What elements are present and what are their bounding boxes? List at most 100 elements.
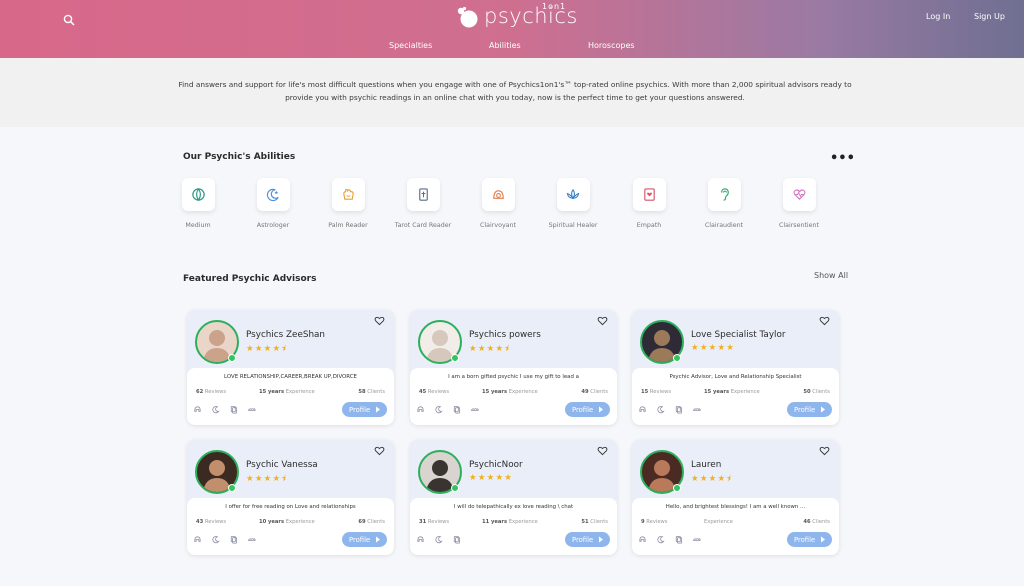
moon-icon[interactable] (211, 535, 220, 544)
rating-stars: ★★★★⯨ (246, 474, 287, 484)
cloud-icon[interactable] (470, 405, 479, 414)
moon-icon[interactable] (434, 405, 443, 414)
online-status-dot (228, 484, 236, 492)
cloud-icon[interactable] (692, 535, 701, 544)
advisor-bio: I will do telepathically ex love reading… (453, 504, 574, 510)
favorite-heart-icon[interactable] (374, 315, 385, 326)
advisor-card[interactable]: Psychics ZeeShan ★★★★⯨ LOVE RELATIONSHIP… (187, 310, 394, 425)
logo-superscript: 1on1 (542, 2, 567, 11)
moon-icon[interactable] (434, 535, 443, 544)
favorite-heart-icon[interactable] (374, 445, 385, 456)
search-icon[interactable] (63, 14, 75, 26)
reviews-stat: 31 Reviews (419, 519, 450, 525)
ability-palm-reader[interactable]: Palm Reader (318, 178, 378, 230)
phone-icon[interactable] (416, 535, 425, 544)
profile-button[interactable]: Profile (787, 532, 832, 547)
site-logo[interactable]: psychics 1on1 (456, 2, 577, 30)
nav-specialties[interactable]: Specialties (389, 41, 432, 50)
profile-button[interactable]: Profile (565, 532, 610, 547)
favorite-heart-icon[interactable] (597, 445, 608, 456)
ability-clairsentient[interactable]: Clairsentient (769, 178, 829, 230)
advisor-name[interactable]: Psychic Vanessa (246, 460, 318, 470)
ability-label: Clairvoyant (480, 222, 516, 229)
experience-stat: 15 years Experience (704, 389, 760, 395)
favorite-heart-icon[interactable] (597, 315, 608, 326)
clients-stat: 49 Clients (581, 389, 608, 395)
advisor-name[interactable]: Psychics ZeeShan (246, 330, 325, 340)
advisor-name[interactable]: Psychics powers (469, 330, 541, 340)
astrologer-icon (266, 188, 279, 202)
cloud-icon[interactable] (247, 405, 256, 414)
reviews-stat: 62 Reviews (196, 389, 227, 395)
ability-clairvoyant[interactable]: Clairvoyant (468, 178, 528, 230)
ability-label: Spiritual Healer (548, 222, 598, 229)
profile-button[interactable]: Profile (342, 402, 387, 417)
ability-label: Tarot Card Reader (394, 222, 452, 229)
moon-icon[interactable] (656, 405, 665, 414)
phone-icon[interactable] (416, 405, 425, 414)
advisor-bio: LOVE RELATIONSHIP,CAREER,BREAK UP,DIVORC… (224, 374, 357, 380)
online-status-dot (451, 354, 459, 362)
advisor-name[interactable]: Love Specialist Taylor (691, 330, 785, 340)
advisor-bio: Psychic Advisor, Love and Relationship S… (669, 374, 802, 380)
favorite-heart-icon[interactable] (819, 315, 830, 326)
advisor-card[interactable]: Psychics powers ★★★★⯨ I am a born gifted… (410, 310, 617, 425)
signup-link[interactable]: Sign Up (974, 12, 1005, 21)
intro-text: Find answers and support for life's most… (178, 80, 852, 102)
ability-label: Clairsentient (778, 222, 820, 229)
chevron-right-icon (821, 536, 825, 543)
moon-icon[interactable] (211, 405, 220, 414)
online-status-dot (673, 484, 681, 492)
tarot-cards-icon[interactable] (452, 405, 461, 414)
ability-astrologer[interactable]: Astrologer (243, 178, 303, 230)
tarot-cards-icon[interactable] (674, 535, 683, 544)
advisor-card[interactable]: Love Specialist Taylor ★★★★★ Psychic Adv… (632, 310, 839, 425)
more-options-icon[interactable]: ••• (830, 152, 855, 165)
tarot-cards-icon[interactable] (229, 535, 238, 544)
advisor-card[interactable]: Lauren ★★★★⯨ Hello, and brightest blessi… (632, 440, 839, 555)
phone-icon[interactable] (193, 405, 202, 414)
clients-stat: 58 Clients (358, 389, 385, 395)
cloud-icon[interactable] (692, 405, 701, 414)
advisor-details: Hello, and brightest blessings! I am a w… (632, 498, 839, 555)
reviews-stat: 15 Reviews (641, 389, 672, 395)
tarot-cards-icon[interactable] (452, 535, 461, 544)
advisor-bio: I offer for free reading on Love and rel… (225, 504, 356, 510)
ability-clairaudient[interactable]: Clairaudient (694, 178, 754, 230)
tarot-cards-icon[interactable] (674, 405, 683, 414)
ability-medium[interactable]: Medium (168, 178, 228, 230)
tarot-icon (418, 188, 428, 201)
ability-tarot-card-reader[interactable]: Tarot Card Reader (393, 178, 453, 230)
advisor-name[interactable]: Lauren (691, 460, 721, 470)
experience-stat: Experience (704, 519, 733, 525)
ability-spiritual-healer[interactable]: Spiritual Healer (543, 178, 603, 230)
login-link[interactable]: Log In (926, 12, 950, 21)
profile-button[interactable]: Profile (342, 532, 387, 547)
contact-options (638, 535, 701, 547)
experience-stat: 10 years Experience (259, 519, 315, 525)
moon-icon[interactable] (656, 535, 665, 544)
advisor-card[interactable]: PsychicNoor ★★★★★ I will do telepathical… (410, 440, 617, 555)
clients-stat: 50 Clients (803, 389, 830, 395)
chevron-right-icon (376, 536, 380, 543)
experience-stat: 15 years Experience (482, 389, 538, 395)
cloud-icon[interactable] (247, 535, 256, 544)
phone-icon[interactable] (638, 535, 647, 544)
profile-button[interactable]: Profile (565, 402, 610, 417)
nav-abilities[interactable]: Abilities (489, 41, 521, 50)
phone-icon[interactable] (193, 535, 202, 544)
advisor-name[interactable]: PsychicNoor (469, 460, 523, 470)
nav-horoscopes[interactable]: Horoscopes (588, 41, 635, 50)
phone-icon[interactable] (638, 405, 647, 414)
tarot-cards-icon[interactable] (229, 405, 238, 414)
experience-stat: 15 years Experience (259, 389, 315, 395)
profile-button[interactable]: Profile (787, 402, 832, 417)
rating-stars: ★★★★⯨ (691, 474, 732, 484)
show-all-link[interactable]: Show All (814, 271, 848, 280)
ability-empath[interactable]: Empath (619, 178, 679, 230)
contact-options (638, 405, 701, 417)
heart-pulse-icon (793, 189, 805, 200)
rating-stars: ★★★★★ (691, 343, 736, 353)
favorite-heart-icon[interactable] (819, 445, 830, 456)
advisor-card[interactable]: Psychic Vanessa ★★★★⯨ I offer for free r… (187, 440, 394, 555)
